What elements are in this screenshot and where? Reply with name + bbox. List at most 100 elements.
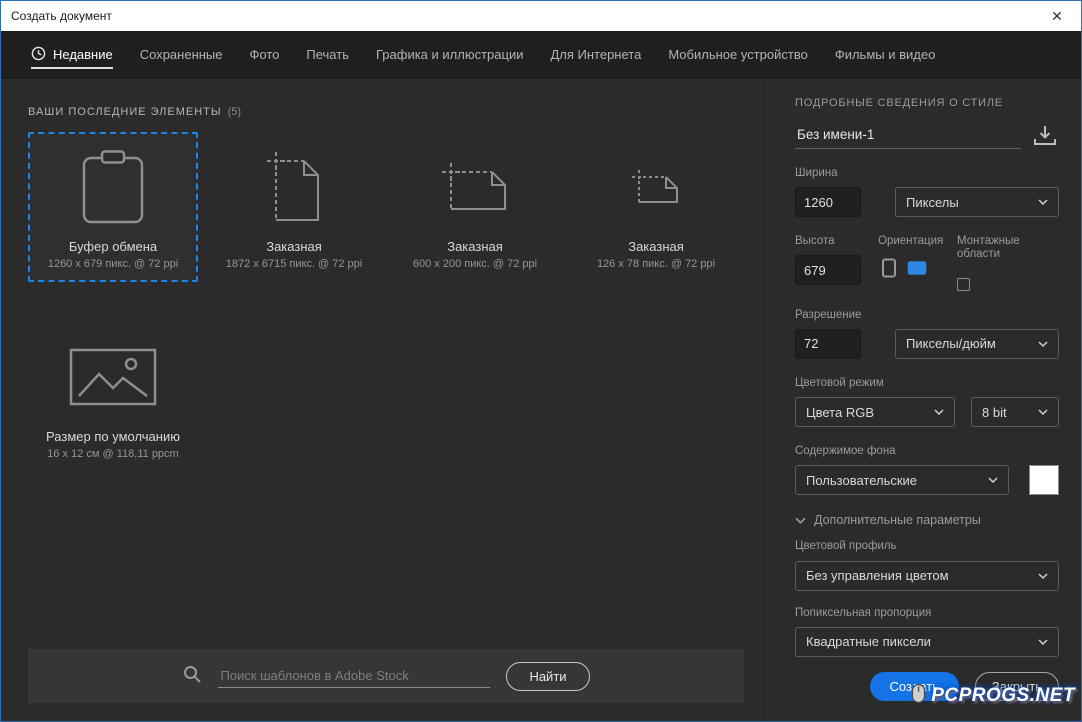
template-card-custom-small[interactable]: Заказная 126 x 78 пикс. @ 72 ppi <box>571 132 741 282</box>
search-icon <box>182 664 202 689</box>
close-icon[interactable]: ✕ <box>1041 1 1073 31</box>
resolution-unit-select[interactable]: Пикселы/дюйм <box>895 328 1059 359</box>
artboards-column: Монтажные области <box>957 235 1059 291</box>
orientation-toggle <box>878 257 942 279</box>
preset-details-panel: ПОДРОБНЫЕ СВЕДЕНИЯ О СТИЛЕ Ширина Пиксел… <box>764 79 1081 721</box>
tab-print[interactable]: Печать <box>306 31 349 78</box>
height-row: Высота Ориентация Монтажные о <box>795 235 1059 291</box>
custom-portrait-icon <box>267 134 321 240</box>
background-select[interactable]: Пользовательские <box>795 465 1009 496</box>
resolution-row: Пикселы/дюйм <box>795 328 1059 359</box>
recent-count: (5) <box>227 106 242 118</box>
color-mode-value: Цвета RGB <box>806 404 874 420</box>
color-mode-select[interactable]: Цвета RGB <box>795 397 955 428</box>
chevron-down-icon <box>1030 573 1048 579</box>
close-button[interactable]: Закрыть <box>974 672 1059 701</box>
tab-web[interactable]: Для Интернета <box>550 31 641 78</box>
resolution-input[interactable] <box>795 328 861 359</box>
recent-cards-row-1: Буфер обмена 1260 x 679 пикс. @ 72 ppi З… <box>28 132 764 282</box>
chevron-down-icon <box>1030 199 1048 206</box>
tab-mobile[interactable]: Мобильное устройство <box>668 31 808 78</box>
tab-label: Недавние <box>53 47 113 62</box>
tab-label: Сохраненные <box>139 47 223 62</box>
template-card-clipboard[interactable]: Буфер обмена 1260 x 679 пикс. @ 72 ppi <box>28 132 198 282</box>
bit-depth-select[interactable]: 8 bit <box>971 397 1059 428</box>
chevron-down-icon <box>980 477 998 484</box>
recent-cards-row-2: Размер по умолчанию 16 x 12 см @ 118,11 … <box>28 322 764 472</box>
template-spec: 16 x 12 см @ 118,11 ppcm <box>47 448 179 460</box>
background-row: Пользовательские <box>795 465 1059 496</box>
color-profile-value: Без управления цветом <box>806 568 949 584</box>
tab-label: Фото <box>249 47 280 62</box>
advanced-options-label: Дополнительные параметры <box>814 513 981 528</box>
find-button[interactable]: Найти <box>506 661 590 691</box>
pixel-aspect-ratio-value: Квадратные пиксели <box>806 634 931 650</box>
height-label: Высота <box>795 235 835 248</box>
orientation-portrait-icon[interactable] <box>878 257 900 279</box>
template-name: Заказная <box>266 239 322 254</box>
tab-label: Графика и иллюстрации <box>375 47 524 62</box>
pixel-aspect-ratio-select[interactable]: Квадратные пиксели <box>795 626 1059 657</box>
new-document-dialog: Создать документ ✕ Недавние Сохраненные … <box>0 0 1082 722</box>
dialog-buttons: Создать Закрыть <box>795 672 1059 701</box>
stock-search-input[interactable] <box>218 664 491 688</box>
save-preset-icon[interactable] <box>1031 121 1059 149</box>
tab-recent[interactable]: Недавние <box>31 31 113 78</box>
template-name: Размер по умолчанию <box>46 429 180 444</box>
advanced-options-toggle[interactable]: Дополнительные параметры <box>795 513 1059 527</box>
template-name: Заказная <box>447 239 503 254</box>
chevron-down-icon <box>795 513 806 527</box>
background-value: Пользовательские <box>806 472 918 488</box>
template-spec: 1260 x 679 пикс. @ 72 ppi <box>47 258 179 270</box>
template-name: Заказная <box>628 239 684 254</box>
clock-icon <box>31 46 46 64</box>
width-input[interactable] <box>795 187 861 218</box>
chevron-down-icon <box>926 409 944 416</box>
color-profile-label: Цветовой профиль <box>795 540 897 553</box>
template-card-default-size[interactable]: Размер по умолчанию 16 x 12 см @ 118,11 … <box>28 322 198 472</box>
artboards-label: Монтажные области <box>957 235 1020 261</box>
color-mode-label: Цветовой режим <box>795 376 884 389</box>
custom-landscape-icon <box>442 134 508 240</box>
tab-label: Фильмы и видео <box>834 47 936 62</box>
template-spec: 600 x 200 пикс. @ 72 ppi <box>412 258 538 270</box>
artboards-checkbox[interactable] <box>957 277 970 291</box>
clipboard-icon <box>81 134 145 240</box>
tab-film-video[interactable]: Фильмы и видео <box>835 31 935 78</box>
height-input[interactable] <box>795 255 861 286</box>
chevron-down-icon <box>1030 409 1048 416</box>
tab-label: Мобильное устройство <box>668 47 808 62</box>
document-name-input[interactable] <box>795 121 1021 149</box>
template-card-custom-portrait[interactable]: Заказная 1872 x 6715 пикс. @ 72 ppi <box>209 132 379 282</box>
background-label: Содержимое фона <box>795 445 896 458</box>
tab-saved[interactable]: Сохраненные <box>140 31 223 78</box>
resolution-unit-value: Пикселы/дюйм <box>906 336 996 352</box>
window-title: Создать документ <box>11 9 112 23</box>
tab-label: Печать <box>306 47 349 62</box>
template-card-custom-landscape[interactable]: Заказная 600 x 200 пикс. @ 72 ppi <box>390 132 560 282</box>
orientation-landscape-icon[interactable] <box>906 257 928 279</box>
dialog-content: ВАШИ ПОСЛЕДНИЕ ЭЛЕМЕНТЫ (5) Буфер обмена… <box>1 79 1081 721</box>
recent-heading-text: ВАШИ ПОСЛЕДНИЕ ЭЛЕМЕНТЫ <box>28 106 222 118</box>
create-button[interactable]: Создать <box>869 672 959 701</box>
height-column: Высота <box>795 235 861 286</box>
chevron-down-icon <box>1030 341 1048 347</box>
chevron-down-icon <box>1030 639 1048 645</box>
stock-search-bar: Найти <box>28 649 744 703</box>
category-tabbar: Недавние Сохраненные Фото Печать Графика… <box>1 31 1081 79</box>
tab-graphics[interactable]: Графика и иллюстрации <box>376 31 523 78</box>
background-color-swatch[interactable] <box>1029 465 1059 496</box>
template-spec: 1872 x 6715 пикс. @ 72 ppi <box>225 258 363 270</box>
width-unit-select[interactable]: Пикселы <box>895 187 1059 218</box>
document-name-row <box>795 121 1059 149</box>
width-row: Пикселы <box>795 187 1059 218</box>
tab-photo[interactable]: Фото <box>250 31 280 78</box>
orientation-label: Ориентация <box>878 235 944 248</box>
custom-small-icon <box>632 134 680 240</box>
tab-label: Для Интернета <box>550 47 642 62</box>
recent-items-section: ВАШИ ПОСЛЕДНИЕ ЭЛЕМЕНТЫ (5) Буфер обмена… <box>1 79 764 721</box>
bit-depth-value: 8 bit <box>982 404 1007 420</box>
color-profile-select[interactable]: Без управления цветом <box>795 560 1059 591</box>
width-label: Ширина <box>795 167 838 179</box>
pixel-aspect-ratio-label: Попиксельная пропорция <box>795 606 932 619</box>
